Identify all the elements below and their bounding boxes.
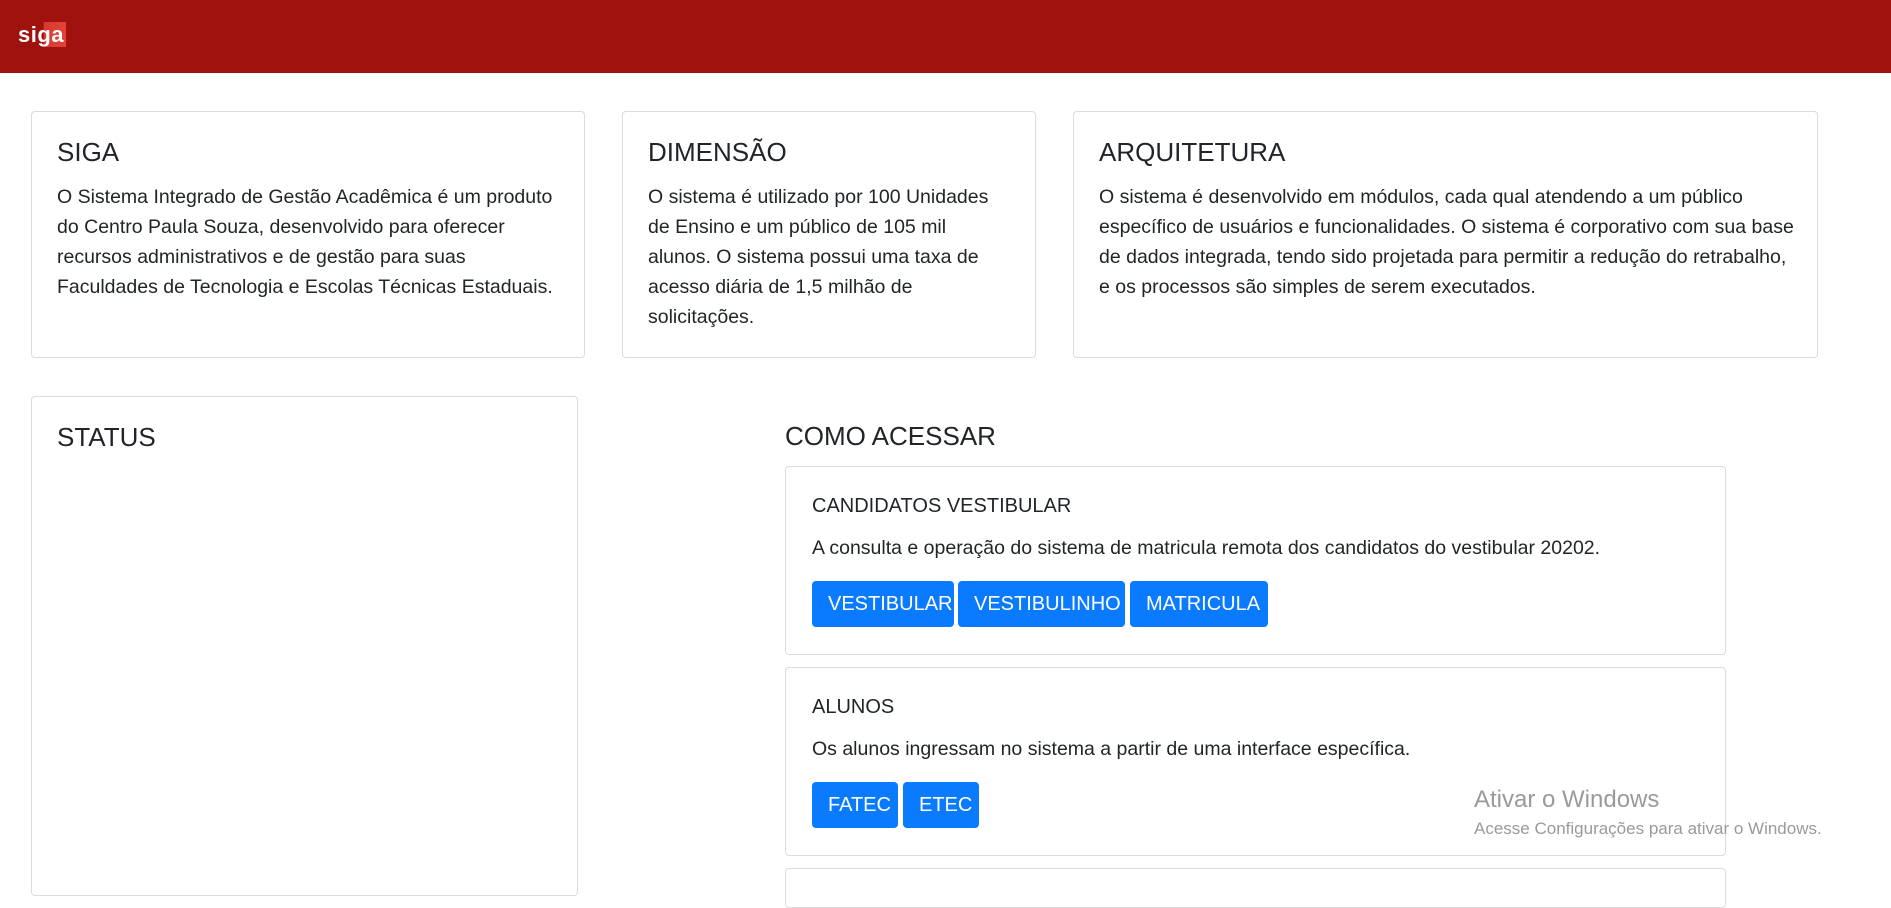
- windows-activation-subtitle: Acesse Configurações para ativar o Windo…: [1474, 819, 1822, 838]
- vestibulinho-button[interactable]: VESTIBULINHO: [958, 581, 1125, 627]
- access-card-title: ALUNOS: [812, 696, 895, 718]
- fatec-button[interactable]: FATEC: [812, 782, 898, 828]
- windows-activation-title: Ativar o Windows: [1474, 786, 1660, 813]
- access-card-text: Os alunos ingressam no sistema a partir …: [812, 738, 1411, 760]
- info-card-text: O sistema é desenvolvido em módulos, cad…: [1099, 186, 1794, 298]
- info-card-dimensao: DIMENSÃO O sistema é utilizado por 100 U…: [622, 111, 1036, 358]
- matricula-button[interactable]: MATRICULA: [1130, 581, 1268, 627]
- access-card-candidatos: CANDIDATOS VESTIBULAR A consulta e opera…: [785, 466, 1726, 655]
- info-card-title: DIMENSÃO: [648, 137, 787, 167]
- info-card-title: ARQUITETURA: [1099, 137, 1286, 167]
- info-card-arquitetura: ARQUITETURA O sistema é desenvolvido em …: [1073, 111, 1818, 358]
- status-title: STATUS: [57, 422, 156, 452]
- vestibular-button[interactable]: VESTIBULAR: [812, 581, 954, 627]
- como-acessar-title: COMO ACESSAR: [785, 421, 996, 451]
- status-card: STATUS: [31, 396, 578, 896]
- siga-logo[interactable]: siga: [16, 22, 67, 47]
- info-card-title: SIGA: [57, 137, 120, 167]
- access-card-text: A consulta e operação do sistema de matr…: [812, 537, 1601, 559]
- access-card-title: CANDIDATOS VESTIBULAR: [812, 495, 1072, 517]
- access-card-next: [785, 868, 1726, 908]
- top-navbar: siga: [0, 0, 1891, 73]
- info-card-text: O Sistema Integrado de Gestão Acadêmica …: [57, 186, 553, 298]
- info-card-text: O sistema é utilizado por 100 Unidades d…: [648, 186, 989, 328]
- etec-button[interactable]: ETEC: [903, 782, 979, 828]
- info-card-siga: SIGA O Sistema Integrado de Gestão Acadê…: [31, 111, 585, 358]
